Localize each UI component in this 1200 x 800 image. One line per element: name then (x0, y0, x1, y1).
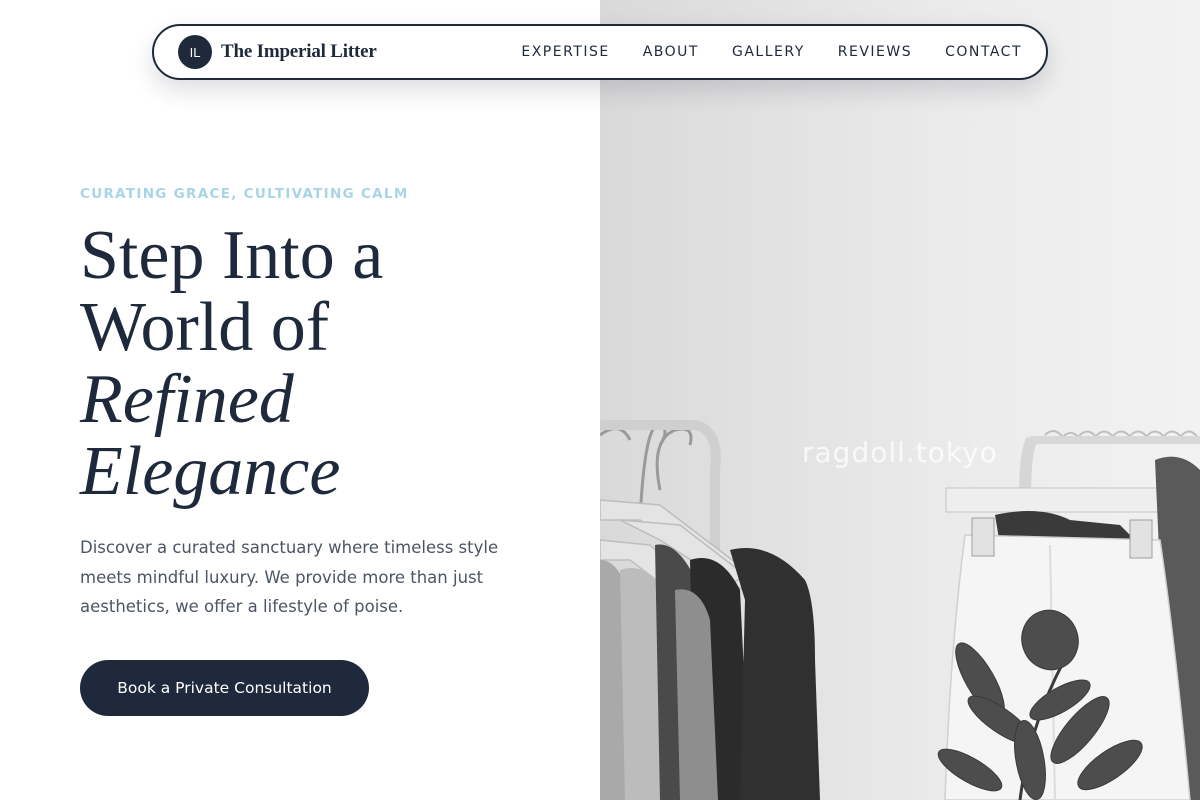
nav-links: EXPERTISE ABOUT GALLERY REVIEWS CONTACT (521, 44, 1022, 60)
logo-mark-icon: IL (178, 35, 212, 69)
watermark-text: ragdoll.tokyo (802, 436, 998, 469)
hero-eyebrow: CURATING GRACE, CULTIVATING CALM (80, 186, 409, 202)
book-consultation-button[interactable]: Book a Private Consultation (80, 660, 369, 716)
nav-link-about[interactable]: ABOUT (643, 44, 699, 60)
top-navbar: IL The Imperial Litter EXPERTISE ABOUT G… (152, 24, 1048, 80)
nav-link-expertise[interactable]: EXPERTISE (521, 44, 609, 60)
nav-link-reviews[interactable]: REVIEWS (838, 44, 912, 60)
hero-description: Discover a curated sanctuary where timel… (80, 538, 499, 616)
headline-line-1: Step Into a (80, 217, 384, 294)
headline-line-4: Elegance (80, 433, 341, 510)
nav-link-contact[interactable]: CONTACT (945, 44, 1022, 60)
brand-name: The Imperial Litter (221, 41, 377, 62)
brand-logo[interactable]: IL The Imperial Litter (178, 35, 377, 69)
hero-headline: Step Into a World of Refined Elegance (80, 220, 580, 508)
clothing-rack-illustration (600, 0, 1200, 800)
nav-link-gallery[interactable]: GALLERY (732, 44, 805, 60)
hero-image: ragdoll.tokyo (600, 0, 1200, 800)
headline-line-3: Refined (80, 361, 294, 438)
headline-line-2: World of (80, 289, 330, 366)
